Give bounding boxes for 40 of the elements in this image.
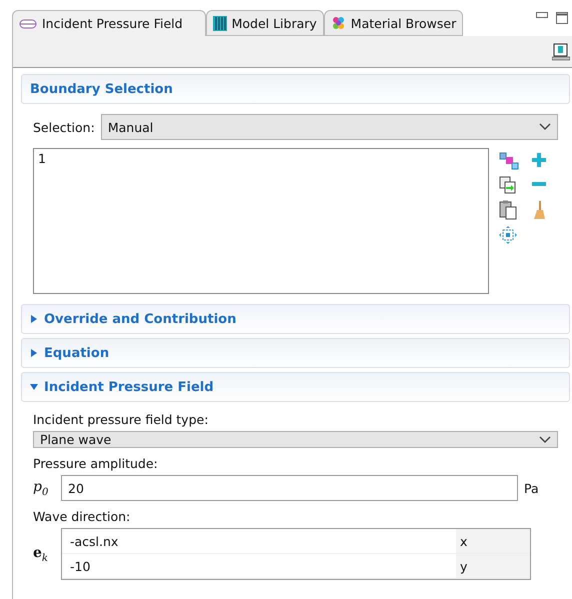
select-nodes-icon[interactable]: [499, 152, 519, 170]
tab[interactable]: Model Library: [206, 10, 324, 36]
component-cell: x: [456, 529, 530, 553]
minimize-icon[interactable]: [536, 12, 548, 18]
caret-icon[interactable]: [30, 315, 38, 323]
section-header[interactable]: Equation: [21, 338, 570, 368]
copy-icon[interactable]: [499, 176, 517, 194]
maximize-icon[interactable]: [556, 12, 568, 24]
field-type-label: Incident pressure field type:: [33, 412, 210, 427]
amplitude-symbol: p$_{0}$: [33, 478, 50, 498]
direction-symbol: e$_{k}$: [33, 544, 49, 564]
component-cell: y: [456, 554, 530, 578]
tab[interactable]: Material Browser: [324, 10, 464, 36]
unit-label: Pa: [524, 480, 540, 496]
caret-icon[interactable]: [30, 383, 38, 391]
selection-label: Selection:: [33, 120, 95, 134]
broom-icon[interactable]: [531, 200, 547, 220]
boundary-icon: [19, 18, 37, 28]
help-icon[interactable]: [552, 42, 570, 60]
selection-dropdown[interactable]: Manual: [100, 114, 558, 140]
section-header[interactable]: Boundary Selection: [21, 74, 570, 104]
direction-value-cell[interactable]: -10: [62, 554, 456, 578]
paste-icon[interactable]: [499, 200, 517, 220]
selection-list[interactable]: 1: [33, 148, 489, 294]
zoom-selection-icon[interactable]: [499, 226, 517, 244]
plus-icon[interactable]: [531, 152, 547, 168]
direction-label: Wave direction:: [33, 509, 132, 524]
tab[interactable]: Incident Pressure Field: [12, 10, 206, 36]
list-item[interactable]: 1: [38, 151, 484, 166]
amplitude-field[interactable]: 20: [61, 475, 518, 501]
chevron-down-icon: [539, 123, 551, 131]
books-icon: [212, 16, 227, 30]
material-icon: [330, 16, 346, 30]
chevron-down-icon: [539, 436, 551, 444]
amplitude-label: Pressure amplitude:: [33, 456, 159, 471]
section-header[interactable]: Incident Pressure Field: [21, 372, 570, 402]
section-header[interactable]: Override and Contribution: [21, 304, 570, 334]
field-type-dropdown[interactable]: Plane wave: [33, 431, 558, 448]
caret-icon[interactable]: [30, 349, 38, 357]
direction-value-cell[interactable]: -acsl.nx: [62, 529, 456, 553]
